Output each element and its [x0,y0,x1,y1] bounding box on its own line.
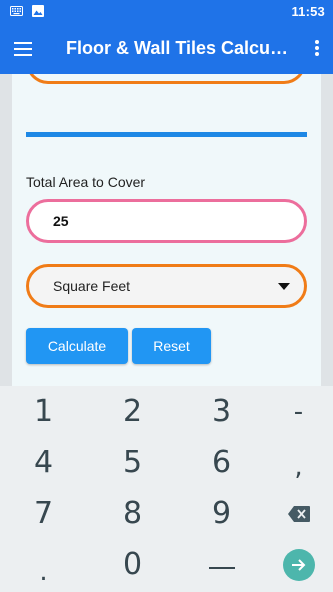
key-8[interactable]: 8 [91,488,174,539]
key-5[interactable]: 5 [91,437,174,488]
backspace-icon [287,505,310,522]
key-6[interactable]: 6 [180,437,263,488]
key-period[interactable]: . [2,546,85,592]
app-title: Floor & Wall Tiles Calculator [66,38,290,58]
space-key[interactable] [180,539,263,590]
scroll-content[interactable]: Total Area to Cover 25 Square Feet Calcu… [0,74,333,386]
key-3[interactable]: 3 [180,386,263,437]
calculate-button[interactable]: Calculate [26,328,128,364]
key-0[interactable]: 0 [91,539,174,590]
calculator-card: Total Area to Cover 25 Square Feet Calcu… [12,74,321,386]
menu-icon[interactable] [14,39,36,57]
unit-select-value: Square Feet [53,278,131,294]
backspace-key[interactable] [257,488,333,539]
status-time: 11:53 [291,4,325,19]
area-label: Total Area to Cover [26,174,146,190]
section-divider [26,132,307,137]
space-icon [208,566,235,569]
key-7[interactable]: 7 [2,488,85,539]
area-input-value: 25 [53,213,69,229]
key-9[interactable]: 9 [180,488,263,539]
enter-icon [282,548,315,581]
app-bar: Floor & Wall Tiles Calculator [0,24,333,74]
keyboard-icon [10,6,23,16]
screen: 11:53 Floor & Wall Tiles Calculator Tota… [0,0,333,592]
enter-key[interactable] [257,539,333,590]
key-1[interactable]: 1 [2,386,85,437]
numeric-keyboard: 1 2 3 - 4 5 6 , 7 8 9 . 0 [0,386,333,592]
area-input[interactable]: 25 [26,199,307,243]
dropdown-arrow-icon [278,283,290,290]
more-vert-icon[interactable] [313,40,321,58]
reset-button[interactable]: Reset [132,328,211,364]
unit-select[interactable]: Square Feet [26,264,307,308]
key-4[interactable]: 4 [2,437,85,488]
status-icons [10,5,44,17]
status-bar: 11:53 [0,0,333,24]
key-2[interactable]: 2 [91,386,174,437]
key-minus[interactable]: - [257,386,333,437]
previous-field-partial[interactable] [26,74,306,84]
image-icon [32,5,44,17]
key-comma[interactable]: , [257,441,333,492]
